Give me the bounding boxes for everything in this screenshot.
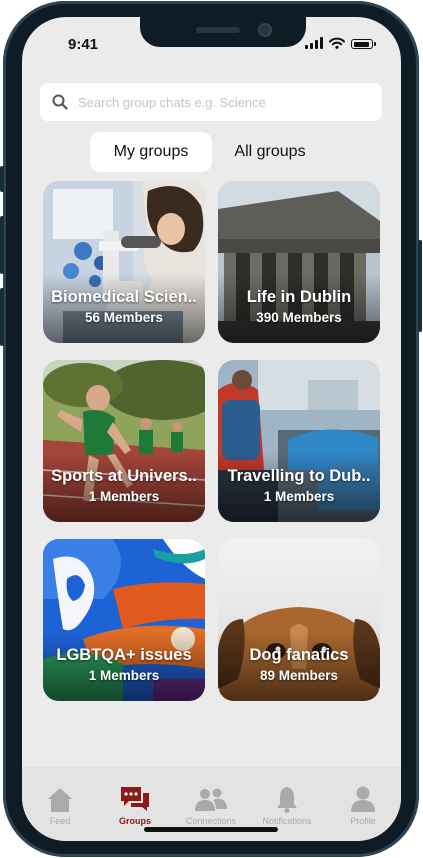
group-card-dog-fanatics[interactable]: Dog fanatics 89 Members <box>218 539 380 701</box>
card-shade <box>218 452 380 522</box>
group-card-biomedical[interactable]: Biomedical Scien.. 56 Members <box>43 181 205 343</box>
tab-all-groups[interactable]: All groups <box>220 132 320 172</box>
group-member-count: 1 Members <box>88 489 160 504</box>
card-shade <box>218 631 380 701</box>
tab-label: Groups <box>118 816 151 826</box>
tab-label: Feed <box>49 816 71 826</box>
side-button-power <box>418 240 422 332</box>
notch <box>140 17 306 47</box>
camera <box>258 23 272 37</box>
card-shade <box>43 452 205 522</box>
tab-feed[interactable]: Feed <box>25 783 95 826</box>
card-shade <box>218 273 380 343</box>
side-button-volume-down <box>0 288 4 346</box>
card-shade <box>43 631 205 701</box>
status-time: 9:41 <box>68 36 99 53</box>
group-member-count: 1 Members <box>88 668 160 683</box>
tab-label: Notifications <box>262 816 312 826</box>
group-member-count: 1 Members <box>263 489 335 504</box>
battery-icon <box>351 39 376 49</box>
side-button-mute <box>0 166 4 192</box>
search-bar[interactable] <box>40 83 382 121</box>
group-card-lgbtqa[interactable]: LGBTQA+ issues 1 Members <box>43 539 205 701</box>
group-name: Travelling to Dub.. <box>227 467 371 485</box>
signal-icon <box>305 37 323 49</box>
people-icon <box>195 788 227 811</box>
chat-bubbles-icon <box>121 787 149 811</box>
group-name: LGBTQA+ issues <box>56 646 192 664</box>
speaker <box>196 27 240 33</box>
home-indicator <box>144 827 278 832</box>
tab-my-groups[interactable]: My groups <box>90 132 212 172</box>
group-name: Life in Dublin <box>246 288 352 306</box>
group-name: Sports at Univers.. <box>51 467 197 485</box>
side-button-volume-up <box>0 216 4 274</box>
group-card-sports[interactable]: Sports at Univers.. 1 Members <box>43 360 205 522</box>
tab-notifications[interactable]: Notifications <box>252 783 322 826</box>
group-card-life-in-dublin[interactable]: Life in Dublin 390 Members <box>218 181 380 343</box>
group-member-count: 89 Members <box>259 668 339 683</box>
status-icons <box>305 37 376 49</box>
search-icon <box>52 94 68 110</box>
group-member-count: 56 Members <box>84 310 164 325</box>
home-icon <box>48 788 72 812</box>
bell-icon <box>277 787 297 813</box>
search-input[interactable] <box>76 93 360 111</box>
group-name: Dog fanatics <box>249 646 349 664</box>
tab-profile[interactable]: Profile <box>328 783 398 826</box>
person-icon <box>351 786 375 812</box>
tab-groups[interactable]: Groups <box>100 783 170 826</box>
app-screen: 9:41 My groups All groups <box>22 17 401 841</box>
tab-connections[interactable]: Connections <box>176 783 246 826</box>
group-member-count: 390 Members <box>256 310 342 325</box>
wifi-icon <box>329 37 345 49</box>
card-shade <box>43 273 205 343</box>
group-name: Biomedical Scien.. <box>51 288 197 306</box>
group-card-travelling[interactable]: Travelling to Dub.. 1 Members <box>218 360 380 522</box>
tab-label: Profile <box>350 816 376 826</box>
tab-label: Connections <box>185 816 237 826</box>
